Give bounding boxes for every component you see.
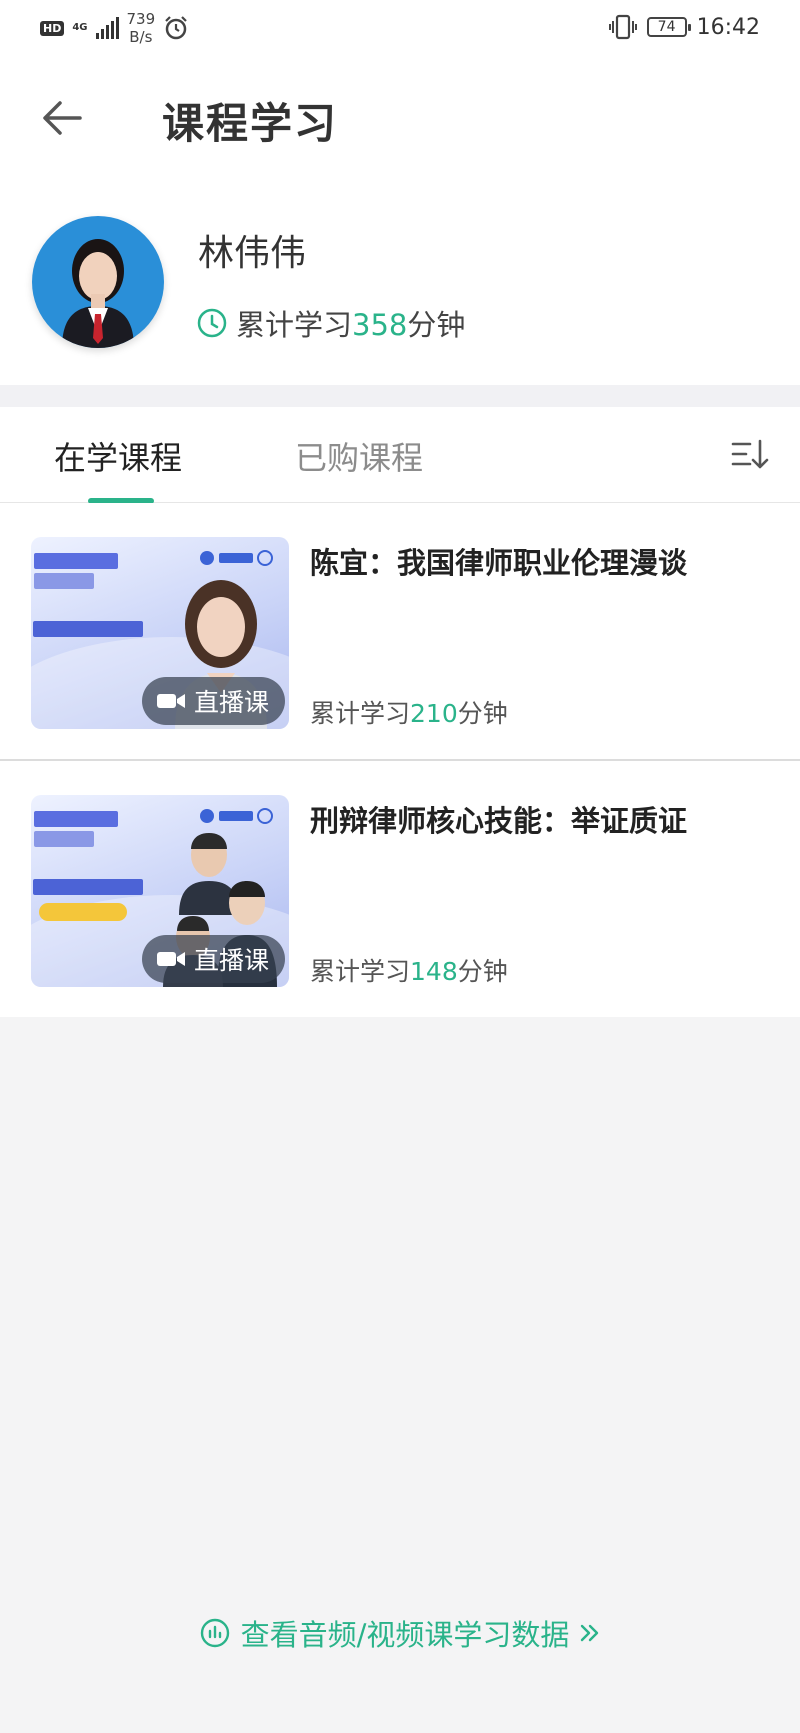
clock: 16:42 [696,14,760,40]
study-suffix: 分钟 [407,308,466,342]
speed-value: 739 [126,10,156,28]
status-left: HD 4G 739 B/s [40,10,189,46]
study-suffix: 分钟 [457,699,508,728]
badge-label: 直播课 [193,688,269,717]
course-thumbnail: 直播课 [31,537,289,729]
video-camera-icon [156,952,185,966]
status-bar: HD 4G 739 B/s 74 16:42 [0,0,800,56]
course-card[interactable]: 直播课 陈宜：我国律师职业伦理漫谈 累计学习210分钟 [0,503,800,761]
speed-unit: B/s [129,28,153,46]
study-minutes: 358 [352,308,408,342]
status-right: 74 16:42 [608,14,760,40]
study-prefix: 累计学习 [310,957,411,986]
arrow-left-icon [43,101,82,135]
course-title: 陈宜：我国律师职业伦理漫谈 [310,546,688,580]
study-suffix: 分钟 [457,957,508,986]
study-minutes: 148 [410,957,458,986]
clock-icon [197,308,227,338]
tab-purchased[interactable]: 已购课程 [295,433,423,479]
study-time-text: 累计学习358分钟 [236,302,465,344]
sort-button[interactable] [730,435,770,475]
badge-label: 直播课 [193,946,269,975]
live-course-badge: 直播课 [141,935,285,983]
course-study-time: 累计学习210分钟 [310,694,508,730]
study-minutes: 210 [410,699,458,728]
study-prefix: 累计学习 [310,699,411,728]
brand-logo-icon [200,550,273,566]
network-type: 4G [72,22,88,33]
course-card[interactable]: 直播课 刑辩律师核心技能：举证质证 累计学习148分钟 [0,761,800,1017]
video-camera-icon [156,694,185,708]
view-study-data-link[interactable]: 查看音频/视频课学习数据 [0,1612,800,1654]
course-thumbnail: 直播课 [31,795,289,987]
view-study-data-label: 查看音频/视频课学习数据 [240,1618,570,1652]
battery-level: 74 [657,19,676,35]
course-study-time: 累计学习148分钟 [310,952,508,988]
sort-icon [731,439,769,469]
broadcast-date-bar [33,879,143,895]
battery-icon: 74 [646,17,691,37]
course-list: 直播课 陈宜：我国律师职业伦理漫谈 累计学习210分钟 直播课 刑辩律师核心技能… [0,503,800,1017]
signal-icon [95,17,119,39]
section-divider [0,385,800,407]
app-header: 课程学习 [0,70,800,170]
page-title: 课程学习 [162,99,339,148]
avatar [32,216,164,348]
hd-badge: HD [40,20,65,36]
total-study-time: 累计学习358分钟 [196,302,465,344]
broadcast-date-bar [33,621,143,637]
series-tag [39,903,127,921]
tab-bar: 在学课程 已购课程 [0,407,800,504]
double-chevron-right-icon [581,1624,599,1642]
back-button[interactable] [38,94,86,142]
alarm-icon [165,16,187,40]
brand-logo-icon [200,808,273,824]
tab-studying[interactable]: 在学课程 [54,433,182,479]
stats-icon [200,1618,229,1648]
vibrate-icon [608,14,637,40]
course-title: 刑辩律师核心技能：举证质证 [310,804,688,838]
live-course-badge: 直播课 [141,677,285,725]
study-prefix: 累计学习 [236,308,353,342]
user-name: 林伟伟 [198,233,307,274]
network-speed: 739 B/s [127,10,156,46]
